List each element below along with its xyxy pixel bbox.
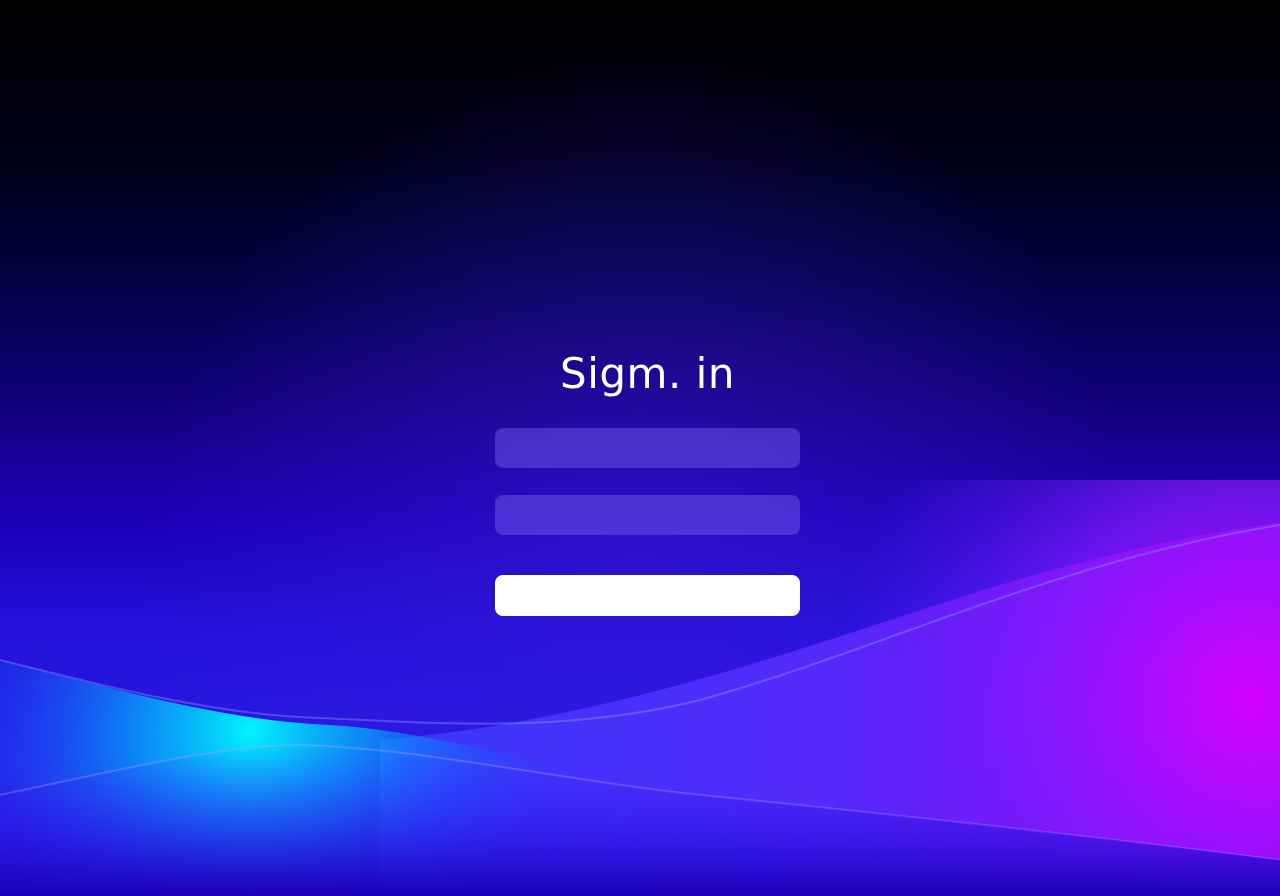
password-input[interactable] xyxy=(495,495,800,535)
sign-in-button[interactable] xyxy=(495,575,800,616)
username-input[interactable] xyxy=(495,428,800,468)
page-title: Sigm. in xyxy=(560,349,735,398)
